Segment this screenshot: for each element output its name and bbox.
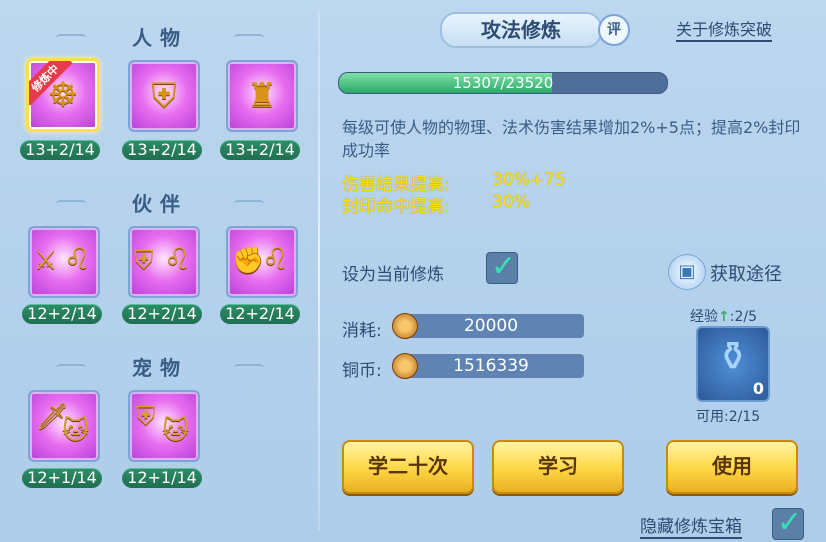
partner-slot-3[interactable]: ✊ ♌: [226, 226, 298, 298]
learn-twenty-button[interactable]: 学二十次: [342, 440, 474, 494]
effect-seal: 封印命中提高: 30%: [342, 192, 530, 217]
partner-slot-1[interactable]: ⚔ ♌: [28, 226, 100, 298]
checkmark-icon: ✓: [777, 505, 803, 540]
level-badge: 12+1/14: [122, 468, 202, 488]
checkmark-icon: ✓: [491, 249, 517, 284]
consume-value: 20000: [463, 316, 519, 336]
effect-value: 30%+75: [492, 170, 566, 190]
pet-slot-1[interactable]: 🗡 🐱: [28, 390, 100, 462]
pet-slot-2[interactable]: ⛨ 🐱: [128, 390, 200, 462]
lion-icon: ♌: [164, 242, 191, 277]
learn-button[interactable]: 学习: [492, 440, 624, 494]
progress-text: 15307/23520: [452, 74, 554, 92]
effect-label: 封印命中提高:: [342, 197, 450, 217]
about-breakthrough-link[interactable]: 关于修炼突破: [676, 16, 773, 42]
lion-icon: ♌: [64, 242, 91, 277]
use-button[interactable]: 使用: [666, 440, 798, 494]
coin-icon: [392, 353, 418, 379]
character-slot-3[interactable]: ♜: [226, 60, 298, 132]
shield-warrior-icon: ⛨: [151, 76, 177, 116]
up-arrow-icon: ↑: [718, 309, 730, 325]
consume-label: 消耗:: [342, 321, 382, 341]
cat-icon: 🐱: [62, 416, 90, 446]
level-badge: 12+2/14: [220, 304, 300, 324]
level-badge: 13+2/14: [220, 140, 300, 160]
coins-field: 1516339: [392, 353, 584, 379]
get-path-label: 获取途径: [710, 264, 782, 285]
consume-field: 20000: [392, 313, 584, 339]
section-title-partner: 伙伴: [56, 188, 264, 217]
lion-icon: ♌: [262, 242, 289, 277]
coin-icon: [392, 313, 418, 339]
set-current-checkbox[interactable]: ✓: [486, 249, 518, 284]
eval-button[interactable]: 评: [598, 14, 630, 46]
section-title-character: 人物: [56, 22, 264, 51]
level-badge: 13+2/14: [20, 140, 100, 160]
section-title-pet: 宠物: [56, 352, 264, 381]
exp-item-slot[interactable]: ⚱ 0: [696, 326, 770, 402]
level-badge: 12+1/14: [22, 468, 102, 488]
book-icon: ▣: [668, 254, 706, 290]
partner-slot-2[interactable]: ⛨ ♌: [128, 226, 200, 298]
set-current-label: 设为当前修炼: [342, 265, 444, 285]
pet-shield-icon: ⛨: [136, 402, 156, 432]
training-description: 每级可使人物的物理、法术伤害结果增加2%+5点；提高2%封印成功率: [342, 118, 801, 160]
partner-shield-icon: ⛨: [134, 246, 154, 276]
vase-icon: ⚱: [716, 334, 750, 380]
level-badge: 12+2/14: [22, 304, 102, 324]
level-badge: 12+2/14: [122, 304, 202, 324]
warrior-figure-icon: ♜: [246, 76, 278, 116]
character-slot-1[interactable]: ☸ 修炼中: [26, 58, 100, 132]
hide-chest-checkbox[interactable]: ✓: [772, 505, 804, 540]
character-slot-2[interactable]: ⛨: [128, 60, 200, 132]
partner-sword-icon: ⚔: [34, 246, 58, 276]
level-badge: 13+2/14: [122, 140, 202, 160]
item-count: 0: [752, 379, 764, 398]
partner-fist-icon: ✊: [232, 246, 265, 276]
exp-label-row: 经验↑:2/5: [690, 309, 757, 325]
hide-chest-label: 隐藏修炼宝箱: [640, 512, 742, 539]
panel-divider: [318, 10, 320, 530]
coins-label: 铜币:: [342, 361, 382, 381]
training-progress-bar: 15307/23520: [338, 72, 668, 94]
coins-value: 1516339: [453, 356, 529, 376]
available-count: 可用:2/15: [696, 409, 761, 425]
effect-value: 30%: [492, 192, 530, 212]
training-title: 攻法修炼: [440, 12, 602, 48]
cat-icon: 🐱: [162, 416, 190, 446]
